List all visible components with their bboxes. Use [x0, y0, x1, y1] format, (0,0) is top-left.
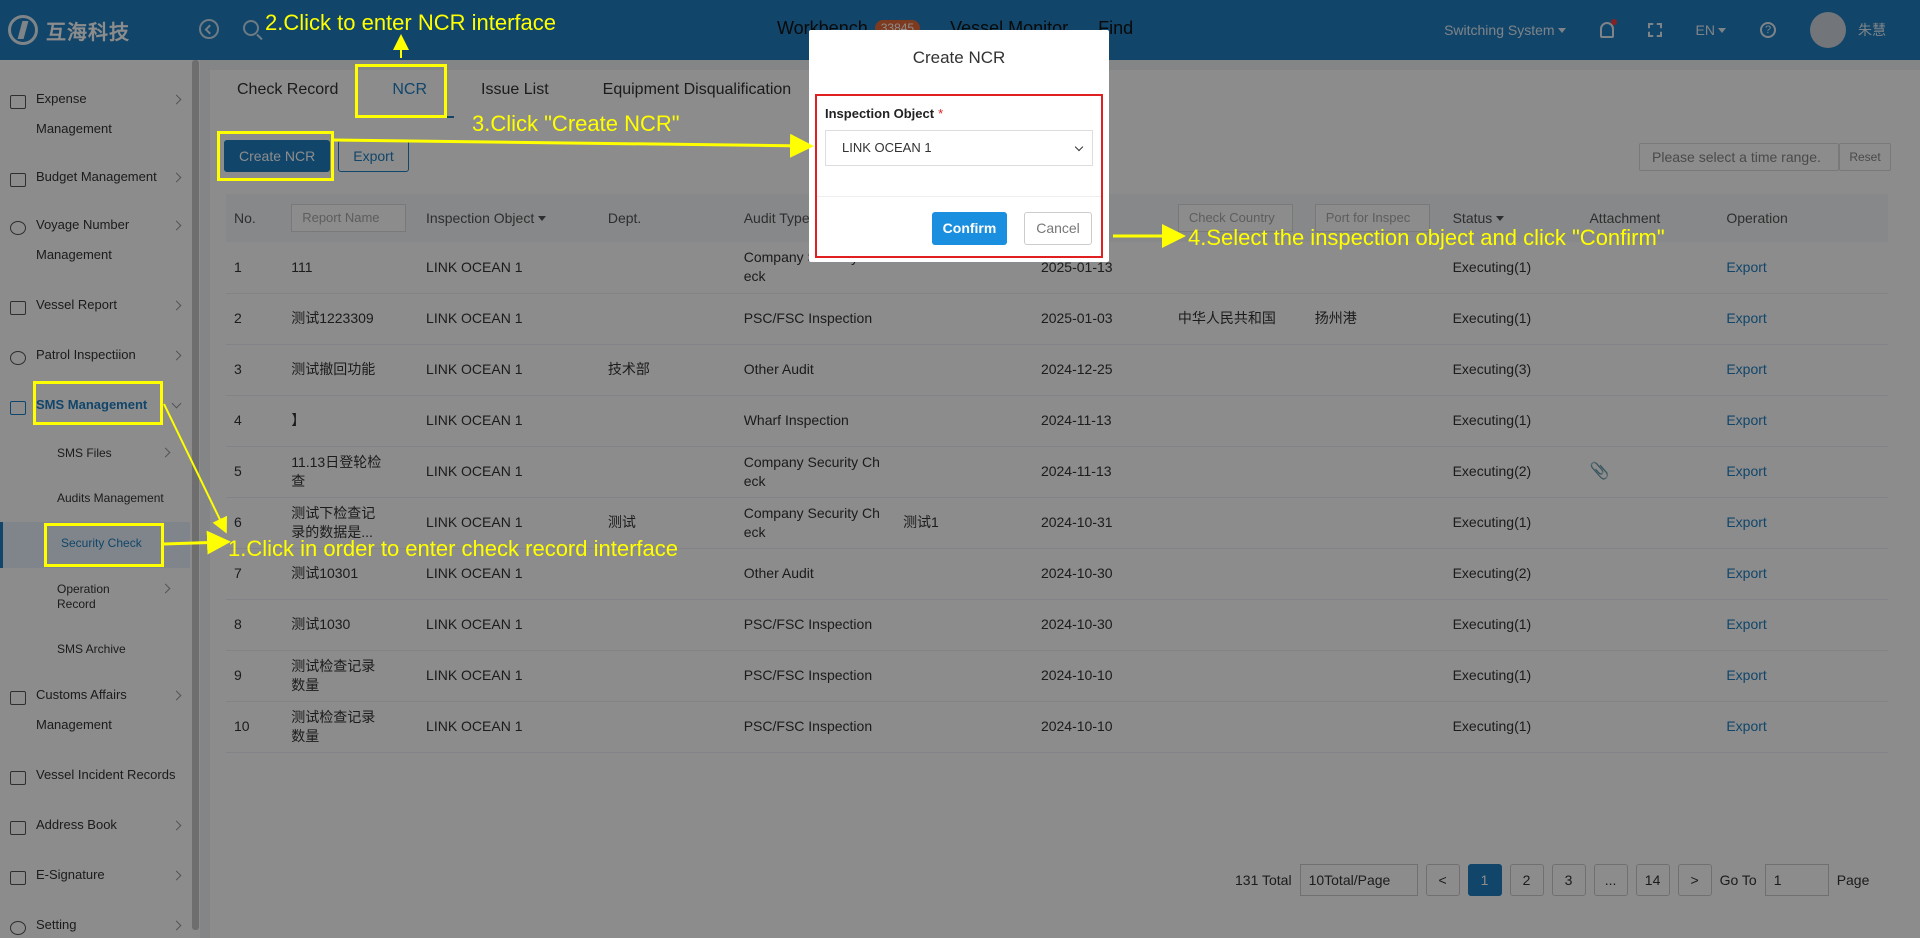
annotation-box-ncr — [355, 64, 447, 118]
annotation-step-4: 4.Select the inspection object and click… — [1188, 225, 1665, 250]
cancel-button[interactable]: Cancel — [1024, 212, 1092, 245]
inspection-object-select[interactable]: LINK OCEAN 1 — [825, 130, 1093, 166]
selected-value: LINK OCEAN 1 — [842, 140, 932, 155]
inspection-object-label: Inspection Object * — [825, 106, 943, 121]
label-text: Inspection Object — [825, 106, 935, 121]
required-mark: * — [938, 106, 944, 121]
annotation-step-3: 3.Click "Create NCR" — [472, 111, 680, 136]
create-ncr-dialog: Create NCR Inspection Object * LINK OCEAN… — [809, 30, 1109, 262]
annotation-step-1: 1.Click in order to enter check record i… — [228, 536, 678, 561]
confirm-button[interactable]: Confirm — [932, 212, 1007, 245]
divider — [817, 196, 1101, 197]
annotation-box-security — [44, 523, 164, 567]
annotation-box-sms — [33, 381, 163, 425]
chevron-down-icon — [1074, 142, 1084, 152]
annotation-box-create — [217, 131, 334, 181]
dialog-title: Create NCR — [912, 48, 1006, 67]
annotation-step-2: 2.Click to enter NCR interface — [265, 10, 556, 35]
